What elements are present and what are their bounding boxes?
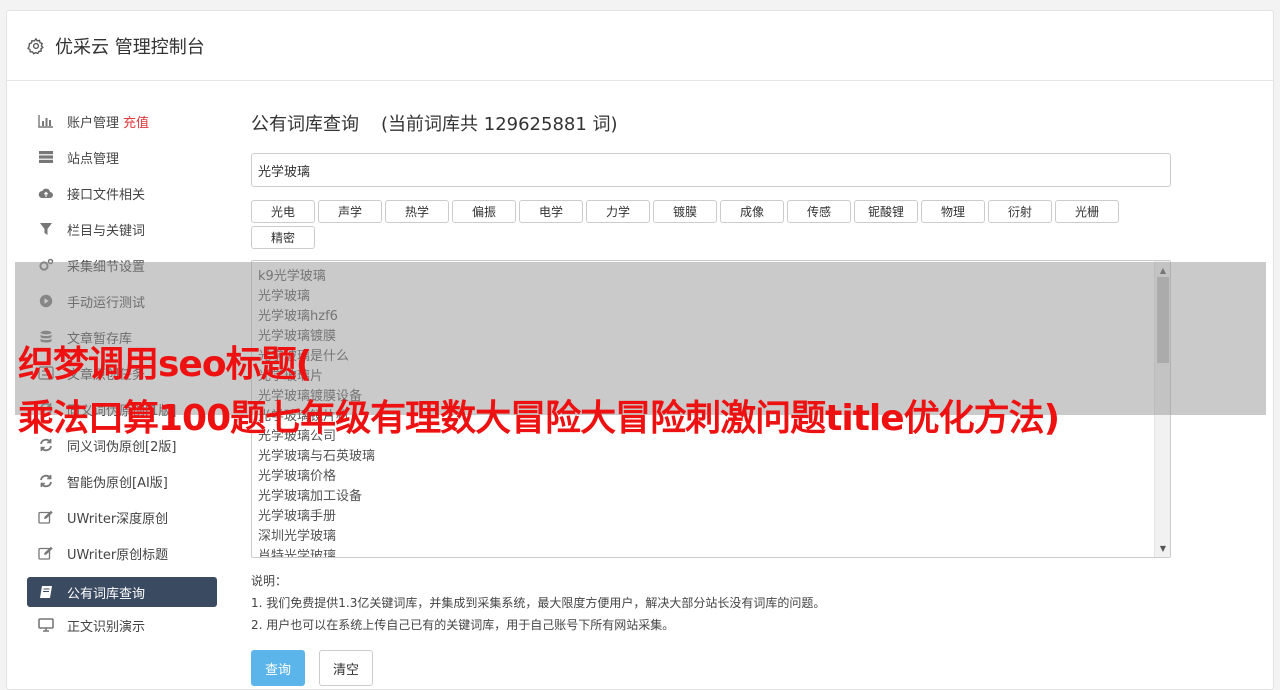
- clear-button[interactable]: 清空: [319, 650, 374, 686]
- book-icon: [37, 585, 55, 599]
- sidebar-item-label: 正文识别演示: [67, 619, 146, 635]
- sidebar-item-13[interactable]: 公有词库查询: [27, 577, 217, 607]
- sidebar-item-label: UWriter原创标题: [67, 547, 169, 563]
- sidebar-item-1[interactable]: 站点管理: [27, 139, 217, 175]
- category-tags: 光电 声学 热学 偏振 电学 力学 镀膜 成像 传感 铌酸锂 物理 衍射 光栅精密: [251, 200, 1131, 252]
- sidebar-item-label: UWriter深度原创: [67, 511, 169, 527]
- sidebar-item-3[interactable]: 栏目与关键词: [27, 211, 217, 247]
- tag-button[interactable]: 声学: [318, 200, 382, 223]
- sidebar-item-14[interactable]: 正文识别演示: [27, 607, 217, 643]
- filter-icon: [37, 222, 55, 236]
- tag-button[interactable]: 力学: [586, 200, 650, 223]
- sidebar-item-10[interactable]: 智能伪原创[AI版]: [27, 463, 217, 499]
- tag-button[interactable]: 热学: [385, 200, 449, 223]
- monitor-icon: [37, 618, 55, 632]
- bar-chart-icon: [37, 114, 55, 128]
- sidebar-item-label: 接口文件相关: [67, 187, 146, 203]
- sidebar-item-2[interactable]: 接口文件相关: [27, 175, 217, 211]
- list-item[interactable]: 光学玻璃手册: [258, 507, 1164, 527]
- keyword-search-input[interactable]: [251, 153, 1171, 187]
- instructions-heading: 说明：: [251, 574, 288, 588]
- sidebar-item-11[interactable]: UWriter深度原创: [27, 499, 217, 535]
- action-buttons: 查询 清空: [251, 650, 1171, 686]
- instructions-line-2: 2. 用户也可以在系统上传自己已有的关键词库，用于自己账号下所有网站采集。: [251, 618, 675, 632]
- overlay-line-2: 乘法口算100题七年级有理数大冒险大冒险刺激问题title优化方法): [18, 398, 1060, 439]
- page-title-text: 公有词库查询: [251, 114, 359, 135]
- scroll-down-arrow-icon[interactable]: ▼: [1155, 541, 1170, 555]
- edit-icon: [37, 546, 55, 560]
- sidebar-item-0[interactable]: 账户管理 充值: [27, 103, 217, 139]
- list-item[interactable]: 肖特光学玻璃: [258, 547, 1164, 557]
- tag-button[interactable]: 传感: [787, 200, 851, 223]
- list-item[interactable]: 光学玻璃价格: [258, 467, 1164, 487]
- tag-button[interactable]: 物理: [921, 200, 985, 223]
- tag-button[interactable]: 光电: [251, 200, 315, 223]
- tag-button[interactable]: 铌酸锂: [854, 200, 918, 223]
- tag-button[interactable]: 精密: [251, 226, 315, 249]
- sidebar-item-label: 智能伪原创[AI版]: [67, 475, 168, 491]
- tag-button[interactable]: 镀膜: [653, 200, 717, 223]
- page-header-title: 优采云 管理控制台: [55, 36, 205, 58]
- tag-button[interactable]: 成像: [720, 200, 784, 223]
- recharge-link[interactable]: 充值: [123, 112, 149, 131]
- instructions-line-1: 1. 我们免费提供1.3亿关键词库，并集成到采集系统，最大限度方便用户，解决大部…: [251, 596, 826, 610]
- tag-button[interactable]: 光栅: [1055, 200, 1119, 223]
- overlay-line-1: 织梦调用seo标题(: [18, 344, 312, 385]
- cloud-upload-icon: [37, 186, 55, 200]
- list-item[interactable]: 光学玻璃与石英玻璃: [258, 447, 1164, 467]
- page-title: 公有词库查询 (当前词库共 129625881 词): [251, 103, 1171, 147]
- header: 优采云 管理控制台: [7, 11, 1273, 81]
- list-item[interactable]: 深圳光学玻璃: [258, 527, 1164, 547]
- tag-button[interactable]: 电学: [519, 200, 583, 223]
- edit-icon: [37, 510, 55, 524]
- sidebar-item-label: 栏目与关键词: [67, 223, 146, 239]
- overlay-seo-title: 织梦调用seo标题( 乘法口算100题七年级有理数大冒险大冒险刺激问题title…: [18, 338, 1278, 446]
- word-count: (当前词库共 129625881 词): [381, 114, 618, 135]
- tag-button[interactable]: 偏振: [452, 200, 516, 223]
- query-button[interactable]: 查询: [251, 650, 306, 686]
- sidebar-item-label: 站点管理: [67, 151, 120, 167]
- sidebar-item-12[interactable]: UWriter原创标题: [27, 535, 217, 571]
- list-item[interactable]: 光学玻璃加工设备: [258, 487, 1164, 507]
- tag-button[interactable]: 衍射: [988, 200, 1052, 223]
- instructions: 说明： 1. 我们免费提供1.3亿关键词库，并集成到采集系统，最大限度方便用户，…: [251, 570, 1171, 636]
- server-icon: [37, 150, 55, 164]
- gear-icon: [27, 37, 44, 55]
- sidebar-item-label: 账户管理: [67, 115, 120, 131]
- sidebar-item-label: 公有词库查询: [67, 586, 146, 602]
- refresh-icon: [37, 474, 55, 488]
